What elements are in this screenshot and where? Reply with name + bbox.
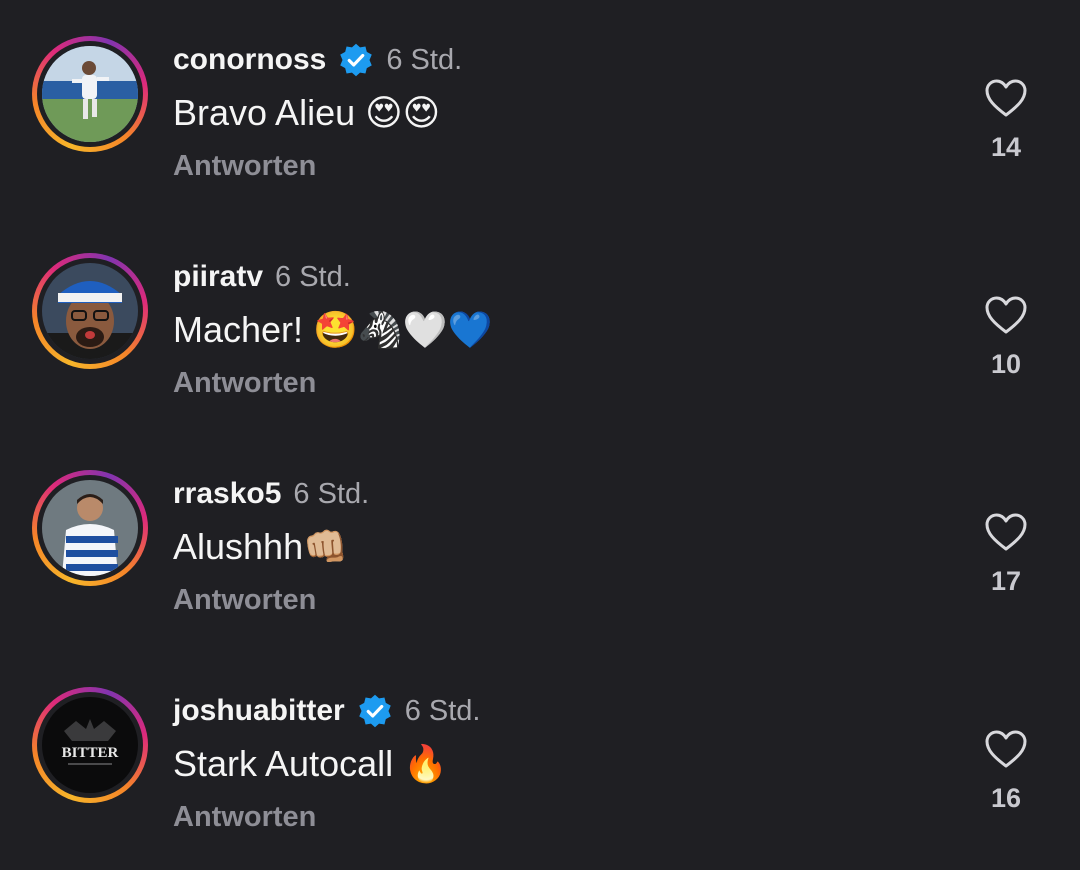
heart-icon[interactable] xyxy=(984,512,1028,552)
heart-icon[interactable] xyxy=(984,729,1028,769)
comment-item: BITTER joshuabitter 6 Std. Stark Autocal… xyxy=(0,651,1080,851)
comment-item: rrasko5 6 Std. Alushhh👊🏼 Antworten 17 xyxy=(0,434,1080,634)
story-ring[interactable] xyxy=(32,253,148,369)
comment-item: conornoss 6 Std. Bravo Alieu 😍😍 Antworte… xyxy=(0,0,1080,200)
story-ring[interactable] xyxy=(32,470,148,586)
timestamp: 6 Std. xyxy=(404,694,481,727)
username[interactable]: piiratv xyxy=(173,260,263,294)
avatar-photo-icon xyxy=(42,480,138,576)
like-control: 10 xyxy=(966,295,1046,380)
reply-button[interactable]: Antworten xyxy=(173,584,316,617)
like-count: 16 xyxy=(990,783,1022,813)
comment-text: Alushhh👊🏼 xyxy=(173,526,348,567)
like-control: 14 xyxy=(966,78,1046,163)
like-control: 17 xyxy=(966,512,1046,597)
timestamp: 6 Std. xyxy=(275,260,351,293)
bitter-logo-icon: BITTER xyxy=(42,697,138,793)
comment-text: Bravo Alieu 😍😍 xyxy=(173,92,441,133)
story-ring[interactable]: BITTER xyxy=(32,687,148,803)
verified-badge-icon xyxy=(340,43,373,77)
comments-list: conornoss 6 Std. Bravo Alieu 😍😍 Antworte… xyxy=(0,0,1080,870)
reply-button[interactable]: Antworten xyxy=(173,150,316,183)
like-count: 14 xyxy=(990,132,1022,162)
like-count: 17 xyxy=(990,566,1022,596)
reply-button[interactable]: Antworten xyxy=(173,801,316,834)
avatar-photo-icon xyxy=(42,263,138,359)
avatar[interactable] xyxy=(42,46,138,142)
bitter-logo-text: BITTER xyxy=(62,745,119,761)
heart-icon[interactable] xyxy=(984,295,1028,335)
avatar[interactable] xyxy=(42,480,138,576)
comment-text: Stark Autocall 🔥 xyxy=(173,743,448,784)
reply-button[interactable]: Antworten xyxy=(173,367,316,400)
username[interactable]: joshuabitter xyxy=(173,694,345,728)
like-control: 16 xyxy=(966,729,1046,814)
avatar[interactable] xyxy=(42,263,138,359)
avatar-photo-icon xyxy=(42,46,138,142)
like-count: 10 xyxy=(990,349,1022,379)
username[interactable]: conornoss xyxy=(173,43,326,77)
timestamp: 6 Std. xyxy=(293,477,370,510)
timestamp: 6 Std. xyxy=(386,43,463,76)
comment-text: Macher! 🤩🦓🤍💙 xyxy=(173,309,493,350)
story-ring[interactable] xyxy=(32,36,148,152)
verified-badge-icon xyxy=(358,694,391,728)
comment-item: piiratv 6 Std. Macher! 🤩🦓🤍💙 Antworten 10 xyxy=(0,217,1080,417)
avatar[interactable]: BITTER xyxy=(42,697,138,793)
username[interactable]: rrasko5 xyxy=(173,477,281,511)
heart-icon[interactable] xyxy=(984,78,1028,118)
